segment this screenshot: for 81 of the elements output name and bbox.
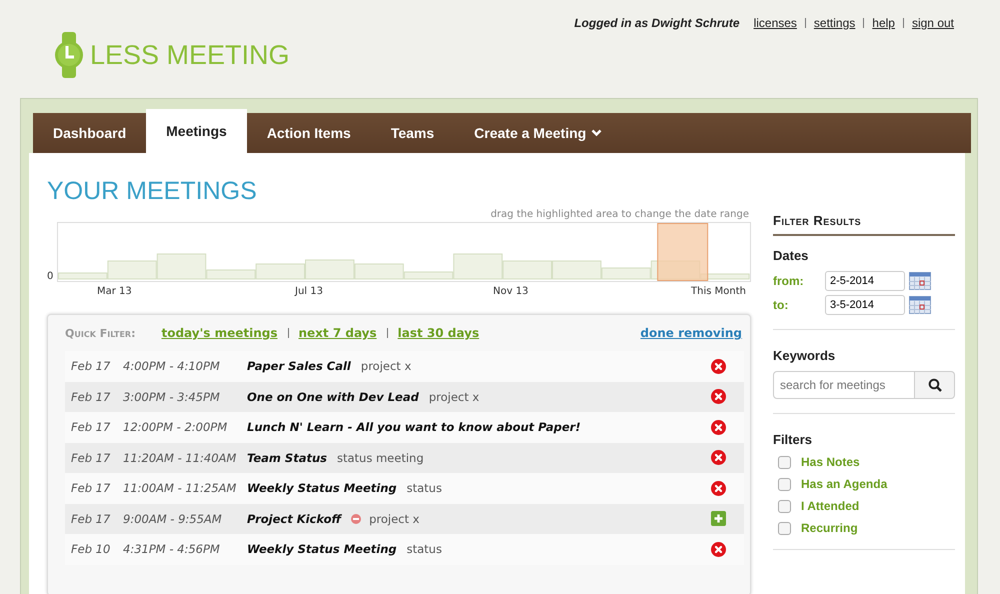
done-removing-link[interactable]: done removing	[640, 326, 742, 340]
meeting-time: 11:20AM - 11:40AM	[123, 450, 238, 465]
meeting-tag: project x	[369, 512, 420, 526]
filter-label: Has Notes	[801, 455, 860, 469]
filter-label: Recurring	[801, 521, 858, 535]
axis-label: 0	[47, 271, 54, 282]
remove-icon[interactable]	[711, 542, 726, 557]
remove-icon[interactable]	[711, 450, 726, 466]
chart-hint: drag the highlighted area to change the date range	[490, 209, 749, 220]
section-heading: Filters	[773, 432, 814, 447]
nav-tab[interactable]: Teams	[370, 113, 454, 153]
section-heading: Dates	[773, 248, 810, 263]
meeting-tag: status	[406, 481, 442, 496]
meeting-tag: project x	[360, 359, 412, 374]
histogram-bar	[503, 260, 552, 280]
meeting-time: 4:31PM - 4:56PM	[123, 542, 221, 556]
axis-label: Mar 13	[97, 286, 133, 299]
filter-label: I Attended	[801, 499, 860, 513]
from-date-field[interactable]: 2-5-2014	[825, 271, 905, 291]
meeting-date: Feb 17	[71, 481, 112, 496]
sidebar-title: Filter Results	[773, 213, 955, 236]
date-label: to:	[773, 298, 790, 312]
header-link[interactable]: help	[872, 16, 895, 30]
meeting-tag: project x	[428, 390, 480, 404]
logged-in-user: Logged in as Dwight Schrute	[574, 16, 740, 30]
nav-tab[interactable]: Dashboard	[33, 113, 146, 153]
to-date-field[interactable]: 3-5-2014	[825, 295, 905, 315]
checkbox[interactable]	[778, 500, 791, 512]
watch-logo-icon	[54, 32, 84, 78]
nav-tab[interactable]: Create a Meeting	[454, 113, 622, 153]
meeting-time: 4:00PM - 4:10PM	[123, 359, 221, 374]
calendar-icon[interactable]	[909, 272, 931, 290]
meeting-date: Feb 17	[71, 420, 112, 434]
meeting-date: Feb 17	[71, 390, 112, 404]
axis-label: Jul 13	[295, 286, 324, 299]
meeting-date: Feb 17	[71, 359, 112, 374]
meeting-title: Weekly Status Meeting	[247, 481, 397, 496]
quick-filter-label: Quick Filter:	[65, 326, 136, 340]
meeting-title: Team Status	[247, 450, 327, 465]
search-icon	[928, 378, 942, 392]
header-link[interactable]: settings	[814, 16, 856, 30]
axis-label: Nov 13	[493, 286, 530, 299]
remove-icon[interactable]	[711, 358, 726, 374]
search-field[interactable]: search for meetings	[773, 371, 915, 399]
meeting-title: Weekly Status Meeting	[247, 542, 397, 556]
header-link[interactable]: licenses	[754, 16, 797, 30]
date-label: from:	[773, 274, 805, 288]
checkbox[interactable]	[778, 456, 791, 468]
nav-tab[interactable]: Meetings	[146, 109, 247, 153]
remove-icon[interactable]	[711, 389, 726, 404]
meeting-title: Paper Sales Call	[247, 359, 351, 374]
meeting-time: 11:00AM - 11:25AM	[123, 481, 238, 496]
meeting-date: Feb 10	[71, 542, 112, 556]
filter-label: Has an Agenda	[801, 477, 888, 491]
meeting-row[interactable]: Feb 17 9:00AM - 9:55AM Project Kickoff project x	[65, 504, 744, 534]
meeting-date: Feb 17	[71, 450, 112, 465]
remove-icon[interactable]	[711, 420, 726, 435]
meeting-time: 12:00PM - 2:00PM	[123, 420, 228, 434]
meeting-row[interactable]: Feb 17 3:00PM - 3:45PM One on One with Dev Lead project x	[65, 382, 744, 412]
meeting-row[interactable]: Feb 17 11:20AM - 11:40AM Team Status status meeting	[65, 442, 744, 473]
page-title: YOUR MEETINGS	[47, 177, 258, 206]
calendar-icon[interactable]	[909, 296, 931, 314]
histogram-bar	[305, 260, 355, 280]
checkbox[interactable]	[778, 478, 791, 490]
section-heading: Keywords	[773, 348, 836, 363]
meeting-title: Lunch N' Learn - All you want to know about Paper!	[247, 420, 581, 434]
add-icon[interactable]	[711, 511, 726, 526]
meeting-tag: status meeting	[336, 450, 424, 465]
search-button[interactable]	[915, 371, 955, 399]
header-link[interactable]: sign out	[912, 16, 954, 30]
meeting-time: 9:00AM - 9:55AM	[123, 512, 223, 526]
axis-label: This Month	[691, 286, 746, 299]
meeting-title: Project Kickoff	[247, 512, 342, 526]
meeting-tag: status	[406, 542, 442, 556]
logo-text: LESS MEETING	[90, 40, 290, 70]
remove-icon[interactable]	[711, 480, 726, 496]
checkbox[interactable]	[778, 522, 791, 534]
nav-tab[interactable]: Action Items	[246, 113, 371, 153]
meeting-title: One on One with Dev Lead	[247, 390, 419, 404]
meeting-time: 3:00PM - 3:45PM	[123, 390, 221, 404]
meeting-date: Feb 17	[71, 512, 112, 526]
